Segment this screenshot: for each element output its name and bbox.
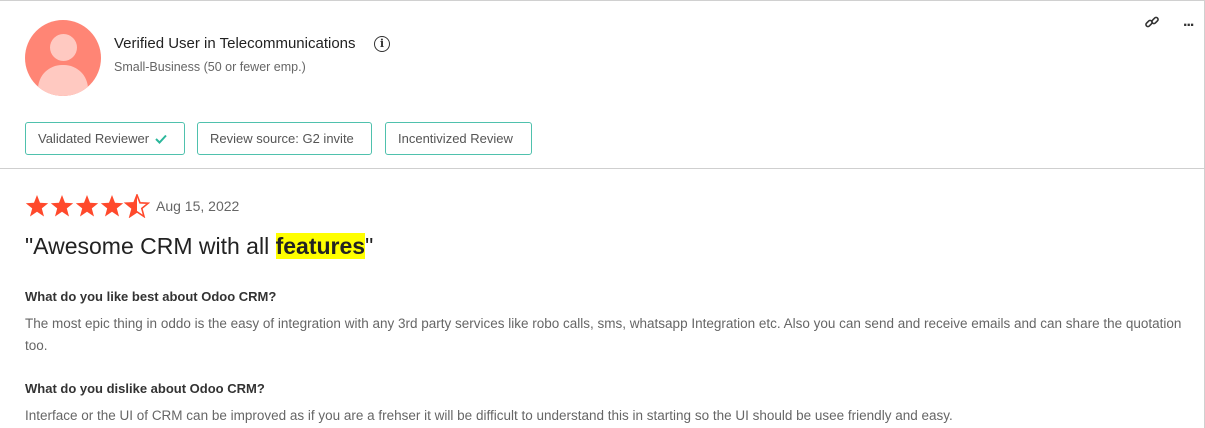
star-full-icon (50, 195, 74, 217)
avatar-head (50, 34, 77, 61)
avatar-body (38, 65, 88, 96)
question-dislike: What do you dislike about Odoo CRM? (25, 381, 265, 396)
answer-like-best: The most epic thing in oddo is the easy … (25, 316, 1182, 353)
avatar (25, 20, 101, 96)
title-suffix: " (365, 233, 374, 259)
badge-validated-reviewer: Validated Reviewer (25, 122, 185, 155)
title-prefix: "Awesome CRM with all (25, 233, 276, 259)
question-like-best: What do you like best about Odoo CRM? (25, 289, 277, 304)
info-icon[interactable]: i (374, 36, 390, 52)
review-card: Verified User in Telecommunications i Sm… (0, 0, 1205, 428)
review-title: "Awesome CRM with all features" (25, 233, 373, 260)
answer-dislike: Interface or the UI of CRM can be improv… (25, 408, 953, 423)
review-date: Aug 15, 2022 (156, 198, 240, 214)
badge-label: Validated Reviewer (38, 131, 150, 146)
badge-review-source: Review source: G2 invite (197, 122, 372, 155)
star-full-icon (75, 195, 99, 217)
link-icon[interactable] (1144, 14, 1160, 30)
star-half-icon (125, 194, 149, 218)
more-icon[interactable]: ... (1183, 14, 1194, 30)
title-highlight: features (275, 233, 366, 259)
badge-incentivized: Incentivized Review (385, 122, 532, 155)
star-full-icon (100, 195, 124, 217)
check-icon (155, 134, 167, 144)
star-full-icon (25, 195, 49, 217)
reviewer-header: Verified User in Telecommunications i Sm… (0, 1, 1204, 169)
star-rating (25, 194, 149, 218)
reviewer-segment: Small-Business (50 or fewer emp.) (114, 60, 306, 74)
reviewer-name: Verified User in Telecommunications (114, 35, 356, 52)
